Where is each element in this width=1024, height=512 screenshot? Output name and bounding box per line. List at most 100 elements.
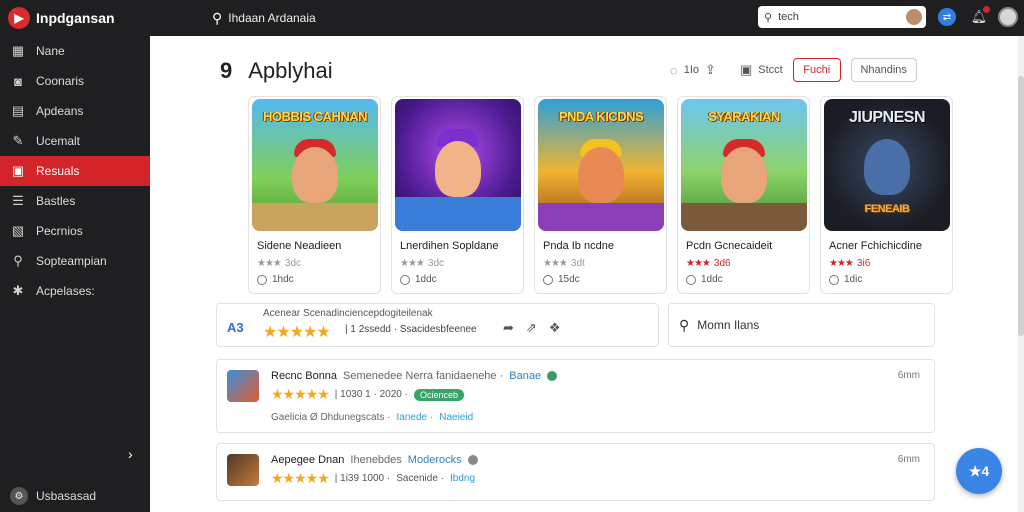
review-link[interactable]: Banae (509, 370, 541, 382)
verified-icon (467, 455, 478, 465)
gamepad-icon: ◙ (14, 73, 22, 89)
sidebar-item-label: Coonaris (36, 74, 85, 88)
download-icon (257, 274, 267, 285)
list-icon: ☰ (12, 193, 24, 208)
search-input[interactable]: ⚲ tech (758, 6, 926, 28)
game-installs: 1ddc (400, 274, 437, 285)
scroll-thumb[interactable] (1018, 76, 1024, 336)
star-rating: ★★★★★ (271, 386, 330, 402)
sidebar-footer-label: Usbasasad (36, 489, 97, 503)
review-item[interactable]: Aepegee Dnan Ihenebdes Moderocks ★★★★★ |… (216, 443, 935, 501)
game-installs: 1ddc (686, 274, 723, 285)
search-icon[interactable]: ⚲ (212, 10, 222, 27)
review-footer-link[interactable]: Ianede · (397, 412, 434, 423)
brand[interactable]: ▶ Inpdgansan (0, 0, 150, 36)
user-avatar[interactable] (998, 7, 1018, 27)
game-title: Acner Fchichicdine (829, 240, 922, 252)
game-banner: HOBBIS CAHNAN (263, 109, 368, 124)
game-cards: HOBBIS CAHNAN Sidene Neadieen ★★★ 3dc 1hd… (248, 96, 953, 294)
review-subtitle: Ihenebdes (350, 454, 402, 466)
share-icon: ⇪ (705, 62, 716, 77)
review-time: 6mm (897, 454, 920, 465)
topbar-title: Ihdaan Ardanaia (228, 11, 316, 25)
page-number: 9 (220, 58, 233, 83)
play-icon: ▶ (8, 7, 30, 29)
page-title: Apblyhai (248, 58, 333, 83)
gift-icon[interactable]: ❖ (549, 320, 561, 336)
game-rating: ★★★ 3dc (257, 258, 302, 269)
share-icon[interactable]: ⇄ (938, 8, 956, 26)
select-tool[interactable]: ▣ Stcct (740, 62, 783, 78)
review-stars: ★★★★★ | 1i39 1000 · Sacenide · Ibdng (271, 470, 475, 487)
sidebar-item-label: Acpelases: (36, 284, 95, 298)
verified-icon (547, 371, 558, 381)
rating-stars: ★★★★★ (263, 324, 331, 341)
game-banner: JIUPNESN (848, 109, 926, 126)
game-installs: 15dc (543, 274, 580, 285)
download-icon (543, 274, 553, 285)
game-rating: ★★★ 3d6 (686, 258, 731, 269)
game-art: HOBBIS CAHNAN (252, 99, 378, 231)
game-card[interactable]: SYARAKIAN Pcdn Gcnecaideit ★★★ 3d6 1ddc (677, 96, 810, 294)
forward-icon[interactable]: ⇗ (526, 320, 537, 336)
game-card[interactable]: Lnerdihen Sopldane ★★★ 3dc 1ddc (391, 96, 524, 294)
sidebar-item-apdeans[interactable]: ▤ Apdeans (0, 96, 150, 126)
summary-actions: ➦ ⇗ ❖ (503, 320, 560, 336)
game-title: Sidene Neadieen (257, 240, 342, 252)
sidebar-item-acpelases[interactable]: ✱ Acpelases: (0, 276, 150, 306)
review-footer-text: Sacenide · (396, 473, 444, 484)
topbar: ⚲ Ihdaan Ardanaia ⚲ tech ⇄ 🔔︎ (150, 0, 1024, 36)
game-art (395, 99, 521, 231)
secondary-button[interactable]: Nhandins (850, 58, 917, 82)
review-header: Recnc Bonna Semenedee Nerra fanidaenehe … (271, 370, 558, 382)
scrollbar[interactable] (1018, 36, 1024, 512)
game-card[interactable]: HOBBIS CAHNAN Sidene Neadieen ★★★ 3dc 1hd… (248, 96, 381, 294)
game-rating: ★★★ 3dc (400, 258, 445, 269)
review-count: | 1030 1 · 2020 · (334, 389, 408, 400)
game-card[interactable]: PNDA KICDNS Pnda Ib ncdne ★★★ 3dt 15dc (534, 96, 667, 294)
game-card[interactable]: JIUPNESN FENEAIB Acner Fchichicdine ★★★ 3… (820, 96, 953, 294)
download-icon (686, 274, 696, 285)
review-footer-link[interactable]: Ibdng (450, 473, 475, 484)
sidebar-item-ucemalt[interactable]: ✎ Ucemalt (0, 126, 150, 156)
comment-tool[interactable]: ◌ 1Io ⇪ (670, 62, 716, 78)
sidebar-item-nane[interactable]: ▦ Nane (0, 36, 150, 66)
title-tools: ◌ 1Io ⇪ ▣ Stcct Fuchi Nhandins (670, 58, 917, 82)
download-icon (829, 274, 839, 285)
sidebar-item-pecrnios[interactable]: ▧ Pecrnios (0, 216, 150, 246)
game-banner: PNDA KICDNS (558, 109, 644, 124)
sidebar-item-bastles[interactable]: ☰ Bastles (0, 186, 150, 216)
sidebar-item-label: Ucemalt (36, 134, 81, 148)
app-name: Inpdgansan (36, 10, 115, 26)
sidebar-footer[interactable]: ⚙ Usbasasad (0, 480, 150, 512)
reviewer-name: Aepegee Dnan (271, 454, 345, 466)
game-art: SYARAKIAN (681, 99, 807, 231)
review-footer: Gaelicia Ø Dhdunegscats · Ianede · Naeie… (271, 412, 473, 423)
avatar (227, 370, 259, 402)
sidebar-item-label: Resuals (36, 164, 80, 178)
game-sub-banner: FENEAIB (864, 203, 910, 215)
fab-button[interactable]: ★4 (956, 448, 1002, 494)
brush-icon: ✎ (12, 133, 24, 148)
search-icon: ⚲ (679, 316, 690, 333)
rating-score: A3 (227, 320, 244, 335)
sidebar-item-sopteampian[interactable]: ⚲ Sopteampian (0, 246, 150, 276)
grid-icon: ▦ (11, 43, 25, 58)
review-header: Aepegee Dnan Ihenebdes Moderocks (271, 454, 478, 466)
share-icon[interactable]: ➦ (503, 320, 514, 336)
game-art: JIUPNESN FENEAIB (824, 99, 950, 231)
review-search[interactable]: ⚲ Momn Ilans (668, 303, 935, 347)
sidebar-item-label: Bastles (36, 194, 76, 208)
sidebar-item-label: Apdeans (36, 104, 84, 118)
review-item[interactable]: Recnc Bonna Semenedee Nerra fanidaenehe … (216, 359, 935, 433)
review-stars: ★★★★★ | 1030 1 · 2020 · Ocienceb (271, 386, 464, 403)
sidebar-item-coonaris[interactable]: ◙ Coonaris (0, 66, 150, 96)
sidebar-item-resuals[interactable]: ▣ Resuals (0, 156, 156, 186)
primary-button[interactable]: Fuchi (792, 58, 841, 82)
notification-icon[interactable]: 🔔︎ (970, 6, 990, 26)
rating-summary: A3 Acenear Scenadinciencepdogiteilenak ★… (216, 303, 659, 347)
game-rating: ★★★ 3dt (543, 258, 585, 269)
review-footer-link[interactable]: Naeieid (439, 412, 473, 423)
review-link[interactable]: Moderocks (408, 454, 462, 466)
chevron-right-icon[interactable]: › (128, 446, 133, 462)
